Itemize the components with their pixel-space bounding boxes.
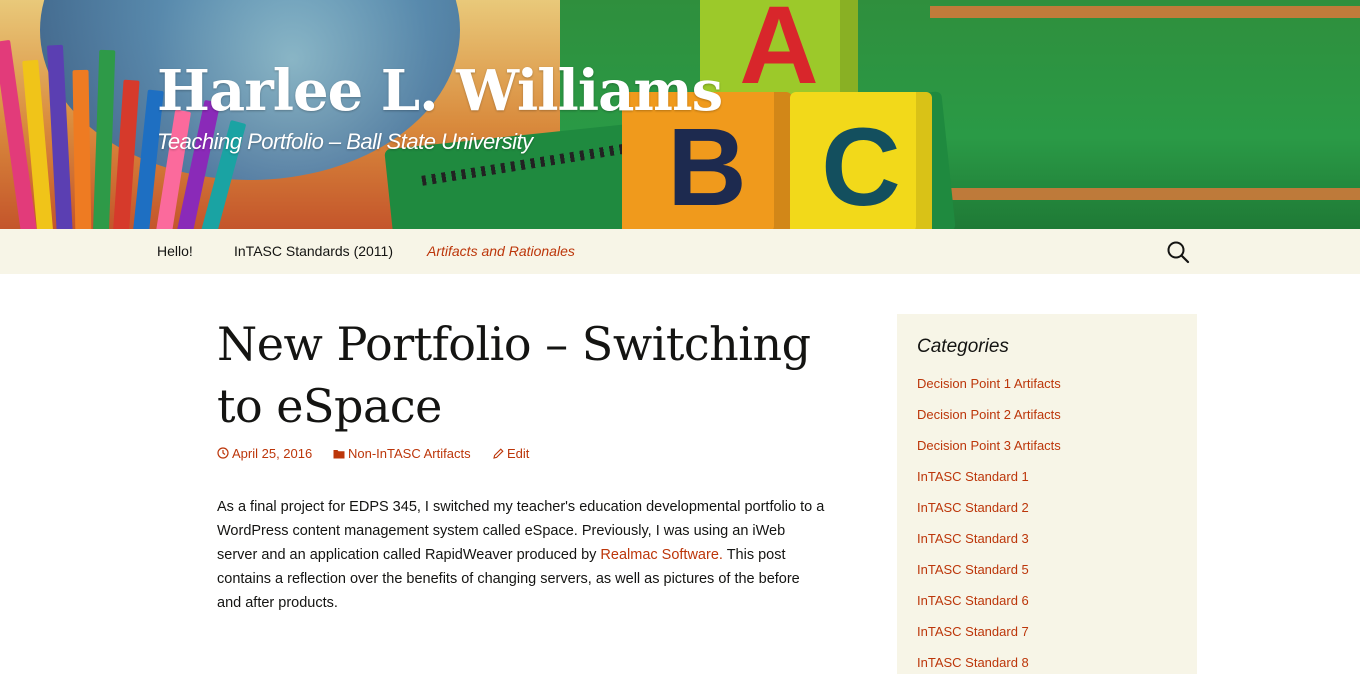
category-link[interactable]: InTASC Standard 1	[917, 469, 1061, 500]
post-title[interactable]: New Portfolio – Switching to eSpace	[217, 313, 857, 437]
search-icon[interactable]	[1166, 240, 1190, 264]
post-body: As a final project for EDPS 345, I switc…	[217, 495, 827, 615]
category-link[interactable]: InTASC Standard 5	[917, 562, 1061, 593]
realmac-software-link[interactable]: Realmac Software.	[600, 547, 723, 563]
category-link[interactable]: InTASC Standard 8	[917, 655, 1061, 686]
category-list: Decision Point 1 Artifacts Decision Poin…	[917, 376, 1061, 686]
category-link[interactable]: Decision Point 2 Artifacts	[917, 407, 1061, 438]
nav-item-intasc-standards[interactable]: InTASC Standards (2011)	[234, 243, 393, 259]
category-link[interactable]: InTASC Standard 6	[917, 593, 1061, 624]
main-navigation: Hello! InTASC Standards (2011) Artifacts…	[0, 229, 1360, 274]
post-edit-link[interactable]: Edit	[493, 446, 529, 461]
nav-item-hello[interactable]: Hello!	[157, 243, 193, 259]
site-title[interactable]: Harlee L. Williams	[157, 56, 723, 126]
category-link[interactable]: Decision Point 3 Artifacts	[917, 438, 1061, 469]
widget-title: Categories	[917, 336, 1009, 357]
header-stripe	[930, 6, 1360, 18]
site-description: Teaching Portfolio – Ball State Universi…	[157, 129, 533, 154]
folder-icon	[333, 450, 345, 459]
header-banner: A B C Harlee L. Williams Teaching Portfo…	[0, 0, 1360, 229]
letter-block-c: C	[790, 92, 932, 229]
header-stripe	[930, 188, 1360, 200]
post-edit-label: Edit	[507, 446, 530, 461]
post-date: April 25, 2016	[232, 446, 313, 461]
category-link[interactable]: InTASC Standard 3	[917, 531, 1061, 562]
nav-item-artifacts-and-rationales[interactable]: Artifacts and Rationales	[427, 243, 575, 259]
post-date-link[interactable]: April 25, 2016	[217, 446, 312, 461]
pencil-icon	[493, 448, 504, 459]
category-link[interactable]: InTASC Standard 2	[917, 500, 1061, 531]
clock-icon	[217, 447, 229, 459]
post-category: Non-InTASC Artifacts	[348, 446, 471, 461]
sidebar-categories-widget: Categories Decision Point 1 Artifacts De…	[897, 314, 1197, 674]
post-category-link[interactable]: Non-InTASC Artifacts	[333, 446, 471, 461]
category-link[interactable]: InTASC Standard 7	[917, 624, 1061, 655]
category-link[interactable]: Decision Point 1 Artifacts	[917, 376, 1061, 407]
